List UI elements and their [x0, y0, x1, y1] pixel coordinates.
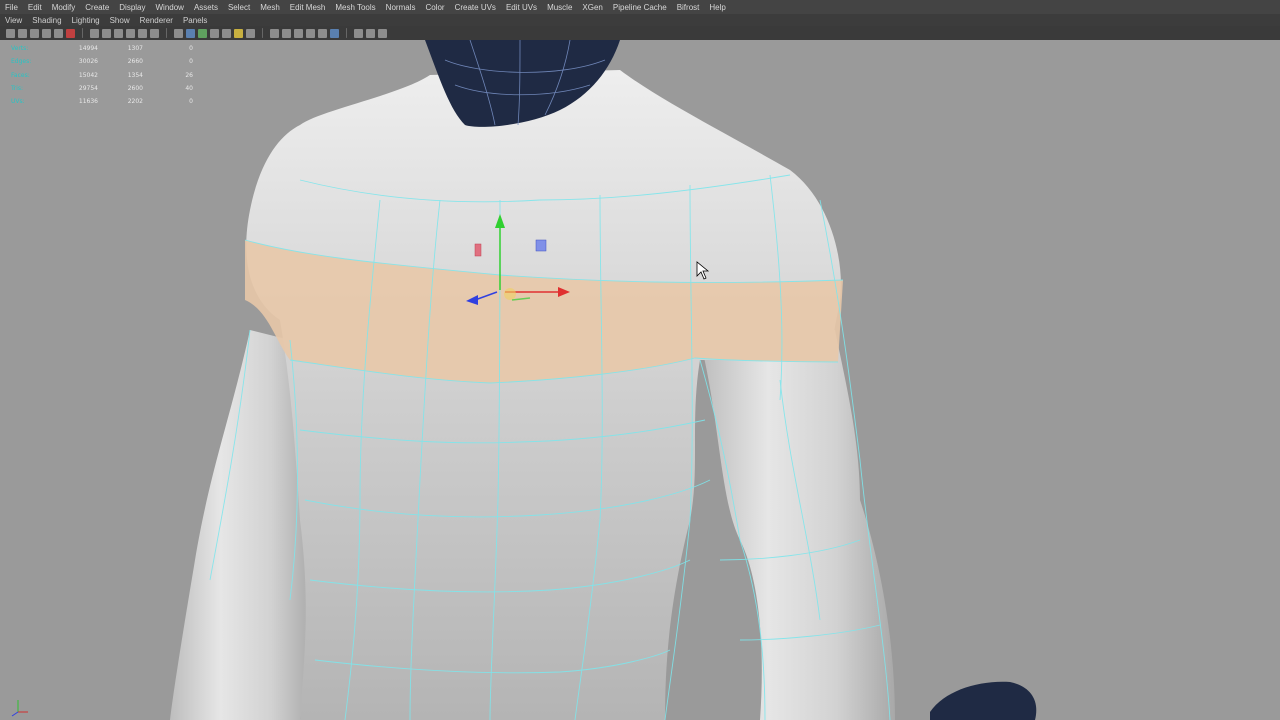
view-axis-icon — [11, 700, 28, 717]
textured-icon[interactable] — [210, 28, 219, 38]
menu-create-uvs[interactable]: Create UVs — [450, 3, 501, 12]
menu-muscle[interactable]: Muscle — [542, 3, 577, 12]
menu-assets[interactable]: Assets — [189, 3, 223, 12]
menu-display[interactable]: Display — [114, 3, 150, 12]
scene-object[interactable] — [930, 681, 1037, 720]
safe-action-icon[interactable] — [150, 28, 159, 38]
toolbar-divider — [262, 28, 263, 38]
hud-row-uvs: UVs: 11636 2202 0 — [11, 98, 193, 106]
hud-row-verts: Verts: 14994 1307 0 — [11, 45, 193, 53]
menu-xgen[interactable]: XGen — [577, 3, 607, 12]
wireframe-on-shaded-icon[interactable] — [198, 28, 207, 38]
3d-viewport[interactable] — [0, 40, 1280, 720]
camera-select-icon[interactable] — [6, 28, 15, 38]
field-chart-icon[interactable] — [138, 28, 147, 38]
xz-plane-handle[interactable] — [535, 239, 547, 252]
bookmark-icon[interactable] — [30, 28, 39, 38]
move-tool-icon[interactable] — [354, 28, 363, 38]
grid-icon[interactable] — [90, 28, 99, 38]
resolution-gate-icon[interactable] — [114, 28, 123, 38]
grease-pencil-icon[interactable] — [66, 28, 75, 38]
panel-menu-lighting[interactable]: Lighting — [67, 16, 105, 25]
motion-blur-icon[interactable] — [306, 28, 315, 38]
gate-mask-icon[interactable] — [126, 28, 135, 38]
xray-icon[interactable] — [282, 28, 291, 38]
menu-file[interactable]: File — [0, 3, 23, 12]
depth-of-field-icon[interactable] — [330, 28, 339, 38]
toolbar-divider — [82, 28, 83, 38]
antialiasing-icon[interactable] — [318, 28, 327, 38]
poly-count-hud: Verts: 14994 1307 0 Edges: 30026 2660 0 … — [0, 42, 193, 108]
use-all-lights-icon[interactable] — [222, 28, 231, 38]
hud-row-tris: Tris: 29754 2600 40 — [11, 85, 193, 93]
hud-row-edges: Edges: 30026 2660 0 — [11, 58, 193, 66]
camera-attributes-icon[interactable] — [54, 28, 63, 38]
menu-mesh[interactable]: Mesh — [255, 3, 285, 12]
menu-normals[interactable]: Normals — [381, 3, 421, 12]
image-plane-icon[interactable] — [42, 28, 51, 38]
panel-menu-shading[interactable]: Shading — [27, 16, 66, 25]
menu-pipeline-cache[interactable]: Pipeline Cache — [608, 3, 672, 12]
xy-plane-handle[interactable] — [474, 243, 482, 257]
main-menubar: File Edit Modify Create Display Window A… — [0, 0, 1280, 14]
panel-menu-renderer[interactable]: Renderer — [135, 16, 178, 25]
wireframe-icon[interactable] — [174, 28, 183, 38]
menu-edit[interactable]: Edit — [23, 3, 47, 12]
camera-lock-icon[interactable] — [18, 28, 27, 38]
shadows-icon[interactable] — [234, 28, 243, 38]
menu-edit-uvs[interactable]: Edit UVs — [501, 3, 542, 12]
isolate-select-icon[interactable] — [270, 28, 279, 38]
soft-select-icon[interactable] — [378, 28, 387, 38]
menu-modify[interactable]: Modify — [47, 3, 81, 12]
symmetry-icon[interactable] — [366, 28, 375, 38]
smooth-shade-icon[interactable] — [186, 28, 195, 38]
menu-bifrost[interactable]: Bifrost — [672, 3, 705, 12]
panel-menu-view[interactable]: View — [0, 16, 27, 25]
ambient-occlusion-icon[interactable] — [246, 28, 255, 38]
menu-create[interactable]: Create — [80, 3, 114, 12]
menu-window[interactable]: Window — [151, 3, 189, 12]
menu-select[interactable]: Select — [223, 3, 255, 12]
film-gate-icon[interactable] — [102, 28, 111, 38]
panel-menu-show[interactable]: Show — [105, 16, 135, 25]
center-handle[interactable] — [504, 288, 516, 300]
toolbar-divider — [346, 28, 347, 38]
viewport-canvas[interactable] — [0, 40, 1280, 720]
panel-menu-panels[interactable]: Panels — [178, 16, 212, 25]
xray-joints-icon[interactable] — [294, 28, 303, 38]
right-arm-mesh[interactable] — [700, 330, 895, 720]
panel-toolbar — [0, 26, 1280, 40]
toolbar-divider — [166, 28, 167, 38]
panel-menubar: View Shading Lighting Show Renderer Pane… — [0, 14, 1280, 26]
menu-color[interactable]: Color — [420, 3, 449, 12]
menu-edit-mesh[interactable]: Edit Mesh — [285, 3, 331, 12]
hud-row-faces: Faces: 15042 1354 26 — [11, 71, 193, 79]
menu-help[interactable]: Help — [704, 3, 730, 12]
menu-mesh-tools[interactable]: Mesh Tools — [330, 3, 380, 12]
